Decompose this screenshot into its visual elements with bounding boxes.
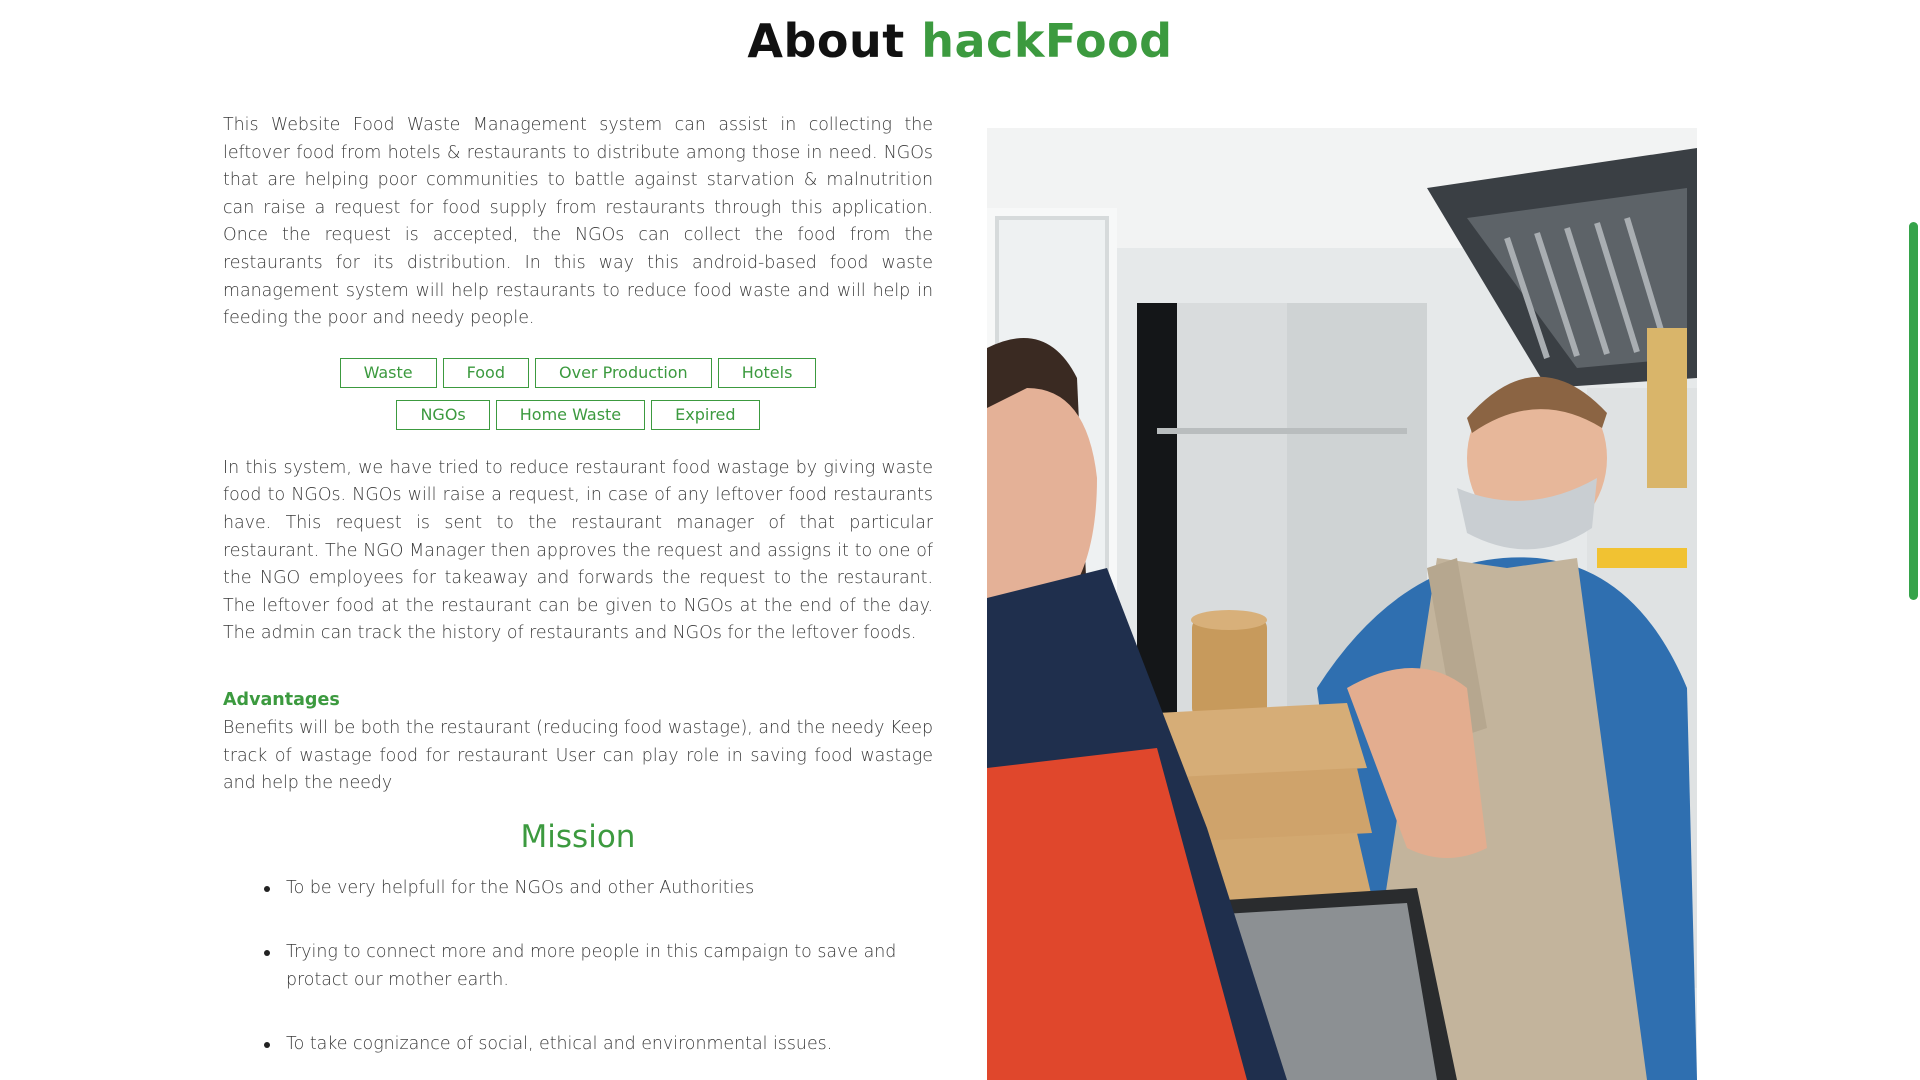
tag-row-1: Waste Food Over Production Hotels [339, 357, 817, 388]
tag-list: Waste Food Over Production Hotels NGOs H… [223, 357, 933, 430]
page-title-prefix: About [747, 14, 905, 68]
tag-row-2: NGOs Home Waste Expired [396, 399, 760, 430]
mission-item-text: To be very helpfull for the NGOs and oth… [286, 877, 755, 898]
tag-waste[interactable]: Waste [339, 357, 437, 388]
mission-item: Trying to connect more and more people i… [223, 939, 923, 994]
mission-item: To be very helpfull for the NGOs and oth… [223, 875, 923, 903]
mission-heading: Mission [520, 818, 636, 855]
tag-food[interactable]: Food [442, 357, 529, 388]
mission-item-text: Trying to connect more and more people i… [286, 942, 897, 990]
bullet-icon [264, 885, 270, 892]
bullet-icon [264, 950, 270, 957]
tag-expired[interactable]: Expired [651, 399, 760, 430]
tag-home-waste[interactable]: Home Waste [495, 399, 646, 430]
page-title-brand: hackFood [921, 14, 1173, 68]
mission-list: To be very helpfull for the NGOs and oth… [223, 875, 933, 1059]
mission-item: To take cognizance of social, ethical an… [223, 1031, 923, 1059]
tag-over-production[interactable]: Over Production [535, 357, 712, 388]
kitchen-photo-illustration [987, 128, 1697, 1080]
about-paragraph-intro: This Website Food Waste Management syste… [223, 115, 933, 329]
mission-item-text: To take cognizance of social, ethical an… [286, 1034, 833, 1055]
tag-hotels[interactable]: Hotels [717, 357, 817, 388]
about-paragraph-system: In this system, we have tried to reduce … [223, 457, 933, 644]
page-title: About hackFood [0, 14, 1920, 68]
advantages-text: Benefits will be both the restaurant (re… [223, 717, 933, 794]
tag-ngos[interactable]: NGOs [396, 399, 490, 430]
advantages-heading: Advantages [223, 689, 340, 710]
bullet-icon [264, 1042, 270, 1049]
about-photo [987, 128, 1697, 1080]
scrollbar-thumb[interactable] [1909, 222, 1918, 600]
about-content: This Website Food Waste Management syste… [223, 112, 933, 1080]
scrollbar-track[interactable] [1906, 0, 1920, 1080]
